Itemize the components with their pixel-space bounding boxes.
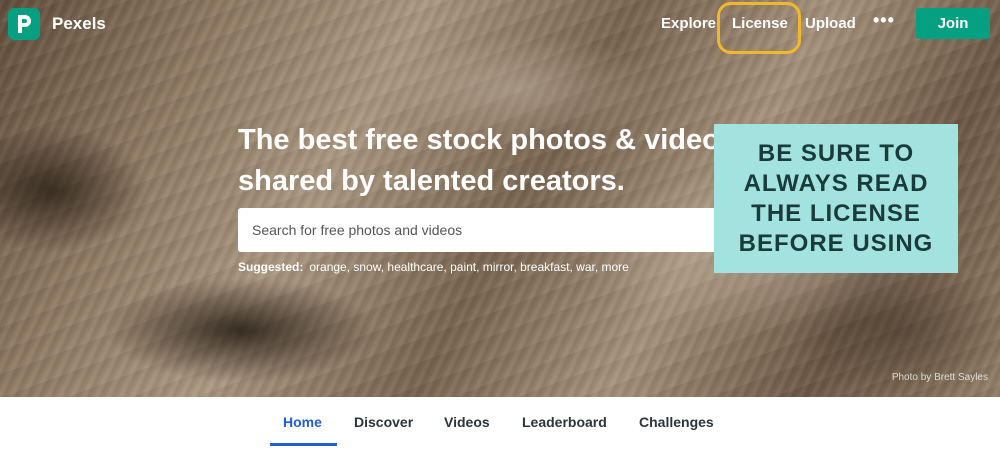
logo-letter-icon: [18, 15, 31, 33]
callout-line-4: BEFORE USING: [738, 229, 934, 257]
tab-videos[interactable]: Videos: [444, 414, 490, 430]
search-placeholder: Search for free photos and videos: [252, 222, 463, 238]
brand-name[interactable]: Pexels: [52, 14, 106, 34]
license-reminder-callout: BE SURE TO ALWAYS READ THE LICENSE BEFOR…: [714, 124, 958, 273]
search-input[interactable]: Search for free photos and videos: [238, 208, 758, 252]
tab-challenges[interactable]: Challenges: [639, 414, 714, 430]
pexels-logo-icon[interactable]: [8, 8, 40, 40]
tab-home[interactable]: Home: [283, 414, 322, 430]
headline-line-2: shared by talented creators.: [238, 165, 625, 197]
more-menu-icon[interactable]: •••: [873, 10, 895, 31]
callout-line-2: ALWAYS READ: [743, 169, 929, 197]
suggested-terms[interactable]: orange, snow, healthcare, paint, mirror,…: [309, 260, 629, 274]
nav-explore[interactable]: Explore: [661, 15, 716, 32]
license-highlight-ring: [717, 2, 801, 54]
photo-credit[interactable]: Photo by Brett Sayles: [892, 372, 988, 383]
headline-line-1: The best free stock photos & videos: [238, 124, 736, 156]
callout-line-1: BE SURE TO: [757, 139, 915, 167]
hero-headline: The best free stock photos & videos shar…: [238, 120, 758, 202]
tab-leaderboard[interactable]: Leaderboard: [522, 414, 607, 430]
suggested-searches: Suggested: orange, snow, healthcare, pain…: [238, 260, 629, 274]
callout-line-3: THE LICENSE: [751, 199, 921, 227]
active-tab-indicator: [270, 443, 337, 446]
tab-discover[interactable]: Discover: [354, 414, 413, 430]
nav-upload[interactable]: Upload: [805, 15, 856, 32]
join-button[interactable]: Join: [916, 8, 990, 39]
content-tabs: Home Discover Videos Leaderboard Challen…: [0, 397, 1000, 449]
suggested-label: Suggested:: [238, 260, 304, 274]
